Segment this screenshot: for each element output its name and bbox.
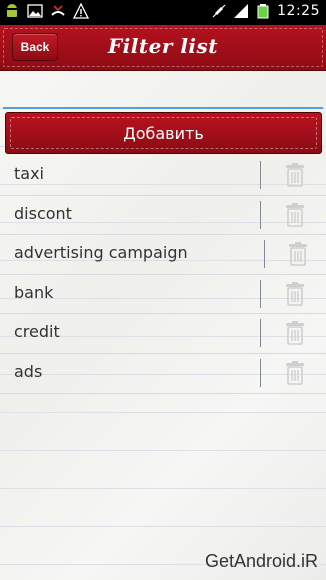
missed-call-icon bbox=[51, 5, 65, 16]
page-title: Filter list bbox=[107, 34, 219, 58]
divider bbox=[264, 240, 265, 269]
filter-input[interactable] bbox=[3, 73, 326, 109]
watermark: GetAndroid.iR bbox=[204, 551, 318, 571]
list-item-label: taxi bbox=[14, 164, 44, 183]
divider bbox=[260, 200, 261, 229]
trash-icon[interactable] bbox=[284, 321, 306, 346]
list-item: credit bbox=[0, 314, 326, 354]
list-item-label: bank bbox=[14, 282, 54, 302]
list-item: discont bbox=[0, 196, 326, 236]
battery-icon bbox=[257, 4, 269, 19]
warning-icon bbox=[73, 3, 89, 19]
filter-input-field[interactable] bbox=[3, 73, 326, 109]
divider bbox=[260, 358, 261, 387]
divider bbox=[260, 279, 261, 308]
list-item-label: advertising campaign bbox=[14, 243, 188, 263]
status-bar: 12:25 bbox=[0, 0, 326, 25]
trash-icon[interactable] bbox=[284, 281, 306, 306]
trash-icon[interactable] bbox=[284, 163, 306, 187]
status-time: 12:25 bbox=[277, 3, 320, 19]
signal-icon bbox=[234, 4, 249, 18]
list-item: bank bbox=[0, 275, 326, 315]
list-item-label: discont bbox=[14, 203, 72, 223]
status-right-icons: 12:25 bbox=[211, 3, 320, 19]
trash-icon[interactable] bbox=[287, 242, 309, 266]
list-item-label: ads bbox=[14, 361, 43, 381]
status-left-icons bbox=[4, 3, 89, 19]
trash-icon[interactable] bbox=[284, 202, 306, 227]
list-item: taxi bbox=[0, 156, 326, 196]
add-button[interactable]: Добавить bbox=[5, 112, 322, 154]
image-icon bbox=[27, 4, 43, 18]
divider bbox=[260, 319, 261, 348]
list-item-label: credit bbox=[14, 322, 60, 342]
add-button-label: Добавить bbox=[123, 123, 204, 143]
header-bar: Back Filter list bbox=[0, 25, 326, 71]
divider bbox=[260, 161, 261, 189]
android-icon bbox=[6, 4, 18, 17]
list-item: advertising campaign bbox=[0, 235, 326, 275]
filter-list: taxi discont advertising campaign bank c… bbox=[0, 156, 326, 394]
list-item: ads bbox=[0, 354, 326, 394]
mute-icon bbox=[212, 4, 226, 18]
trash-icon[interactable] bbox=[284, 360, 306, 385]
